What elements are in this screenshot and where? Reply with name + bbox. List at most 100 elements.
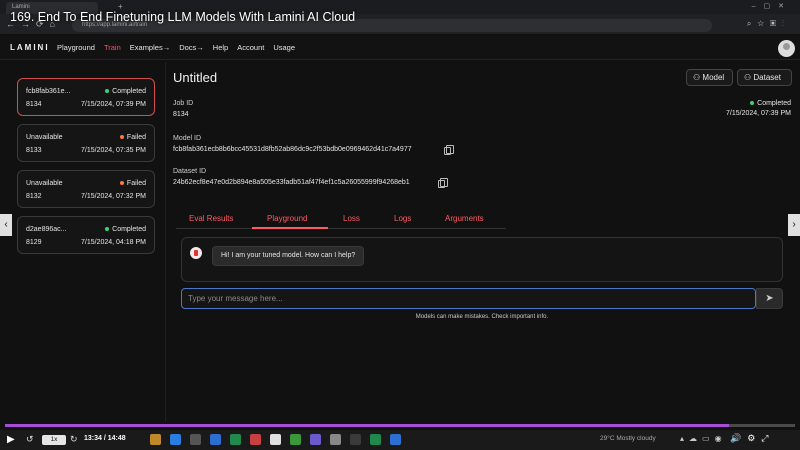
terminal-icon[interactable] [350, 434, 361, 445]
job-card[interactable]: fcb8fab361e... Completed 8134 7/15/2024,… [17, 78, 155, 116]
nav-docs[interactable]: Docs→ [179, 43, 204, 52]
job-id: 8129 [26, 239, 42, 246]
job-name: Unavailable [26, 180, 63, 187]
vscode-icon[interactable] [390, 434, 401, 445]
dataset-button[interactable]: ⚇ Dataset [737, 69, 792, 86]
copy-icon[interactable] [444, 145, 454, 155]
job-date: 7/15/2024, 07:39 PM [81, 101, 146, 108]
status-dot-icon [119, 181, 124, 186]
screen: Lamini + –▢✕ ←→⟳⌂ https://app.lamini.ai/… [0, 0, 800, 450]
send-button[interactable]: ➤ [756, 288, 783, 309]
chevron-right-icon[interactable]: › [788, 214, 800, 236]
copy-icon[interactable] [438, 178, 448, 188]
forward-icon[interactable]: ↻ [70, 434, 78, 445]
dataset-id-value: 24b62ecf8e47e0d2b894e8a505e33fadb51af47f… [173, 179, 410, 186]
dataset-button-label: Dataset [753, 73, 781, 82]
nav-usage[interactable]: Usage [273, 43, 295, 52]
message-input[interactable] [181, 288, 756, 309]
model-id-label: Model ID [173, 135, 202, 142]
job-id: 8133 [26, 147, 42, 154]
taskbar-apps [150, 434, 401, 445]
job-status: Failed [119, 180, 146, 187]
video-title: 169. End To End Finetuning LLM Models Wi… [10, 10, 356, 24]
status-dot-icon [750, 101, 755, 106]
browser-toolbar-icons[interactable]: ⌕☆▣⋮ [747, 19, 790, 29]
chrome-icon[interactable] [270, 434, 281, 445]
person-icon: ⚇ [744, 73, 754, 82]
tab-loss[interactable]: Loss [343, 214, 360, 223]
chevron-left-icon[interactable]: ‹ [0, 214, 12, 236]
job-status: Completed [105, 226, 146, 233]
model-button-label: Model [702, 73, 725, 82]
settings-icon[interactable] [330, 434, 341, 445]
file-explorer-icon[interactable] [150, 434, 161, 445]
rewind-icon[interactable]: ↺ [26, 434, 34, 445]
nav-account[interactable]: Account [237, 43, 264, 52]
job-card[interactable]: Unavailable Failed 8132 7/15/2024, 07:32… [17, 170, 155, 208]
dataset-id-label: Dataset ID [173, 168, 207, 175]
job-card[interactable]: Unavailable Failed 8133 7/15/2024, 07:35… [17, 124, 155, 162]
weather-widget[interactable]: 29°C Mostly cloudy [600, 435, 656, 442]
video-progress-fill [5, 424, 729, 427]
model-button[interactable]: ⚇ Model [686, 69, 733, 86]
model-id-value: fcb8fab361ecb8b6bcc45531d8fb52ab86dc9c2f… [173, 146, 412, 153]
excel-icon[interactable] [230, 434, 241, 445]
job-name: d2ae896ac... [26, 226, 67, 233]
lamini-logo[interactable]: LAMINI [10, 43, 50, 52]
tab-eval-results[interactable]: Eval Results [189, 214, 233, 223]
chat-input-row: ➤ [181, 288, 783, 309]
person-icon: ⚇ [693, 73, 703, 82]
job-status-text: Completed [112, 88, 146, 95]
play-icon[interactable]: ▶ [7, 434, 15, 445]
job-status-text: Completed [112, 226, 146, 233]
nav-train[interactable]: Train [104, 43, 121, 52]
job-date: 7/15/2024, 04:18 PM [81, 239, 146, 246]
nav-playground[interactable]: Playground [57, 43, 95, 52]
page-title: Untitled [173, 70, 218, 85]
job-status-text: Completed [757, 100, 791, 107]
job-name: Unavailable [26, 134, 63, 141]
tab-arguments[interactable]: Arguments [445, 214, 484, 223]
status-dot-icon [105, 227, 110, 232]
tab-bar: Eval Results Playground Loss Logs Argume… [176, 212, 506, 229]
app-icon[interactable] [290, 434, 301, 445]
window-controls[interactable]: –▢✕ [752, 2, 792, 10]
job-id: 8134 [26, 101, 42, 108]
system-tray[interactable]: ▴☁▭◉ [680, 434, 727, 443]
player-controls-right[interactable]: 🔊⚙⤢ [730, 433, 774, 444]
powerpoint-icon[interactable] [250, 434, 261, 445]
top-nav: Playground Train Examples→ Docs→ Help Ac… [57, 43, 295, 52]
send-icon: ➤ [765, 293, 774, 304]
job-card[interactable]: d2ae896ac... Completed 8129 7/15/2024, 0… [17, 216, 155, 254]
video-progress-bar[interactable] [5, 424, 795, 427]
job-id: 8132 [26, 193, 42, 200]
job-date: 7/15/2024, 07:39 PM [726, 110, 791, 117]
job-status-block: Completed 7/15/2024, 07:39 PM [726, 100, 791, 117]
job-name: fcb8fab361e... [26, 88, 71, 95]
nav-examples[interactable]: Examples→ [130, 43, 170, 52]
job-status-badge: Completed [726, 100, 791, 107]
taskbar: ▶ ↺ 1x ↻ 13:34 / 14:48 29°C Mostly cloud… [0, 430, 800, 450]
playback-speed[interactable]: 1x [42, 435, 66, 445]
app-header: LAMINI Playground Train Examples→ Docs→ … [0, 36, 800, 60]
job-date: 7/15/2024, 07:35 PM [81, 147, 146, 154]
store-icon[interactable] [190, 434, 201, 445]
nav-help[interactable]: Help [213, 43, 228, 52]
status-dot-icon [105, 89, 110, 94]
disclaimer-text: Models can make mistakes. Check importan… [415, 314, 549, 320]
job-date: 7/15/2024, 07:32 PM [81, 193, 146, 200]
job-id-label: Job ID [173, 100, 194, 107]
job-status-text: Failed [126, 134, 146, 141]
sidebar-divider [165, 62, 166, 422]
tab-logs[interactable]: Logs [394, 214, 411, 223]
bot-message: Hi! I am your tuned model. How can I hel… [212, 246, 365, 266]
job-status: Completed [105, 88, 146, 95]
outlook-icon[interactable] [210, 434, 221, 445]
edge-icon[interactable] [170, 434, 181, 445]
tab-playground[interactable]: Playground [267, 214, 307, 223]
user-avatar[interactable] [778, 40, 795, 57]
chat-window: Hi! I am your tuned model. How can I hel… [181, 237, 783, 282]
app-icon[interactable] [310, 434, 321, 445]
app-icon[interactable] [370, 434, 381, 445]
active-tab-indicator [252, 227, 328, 229]
